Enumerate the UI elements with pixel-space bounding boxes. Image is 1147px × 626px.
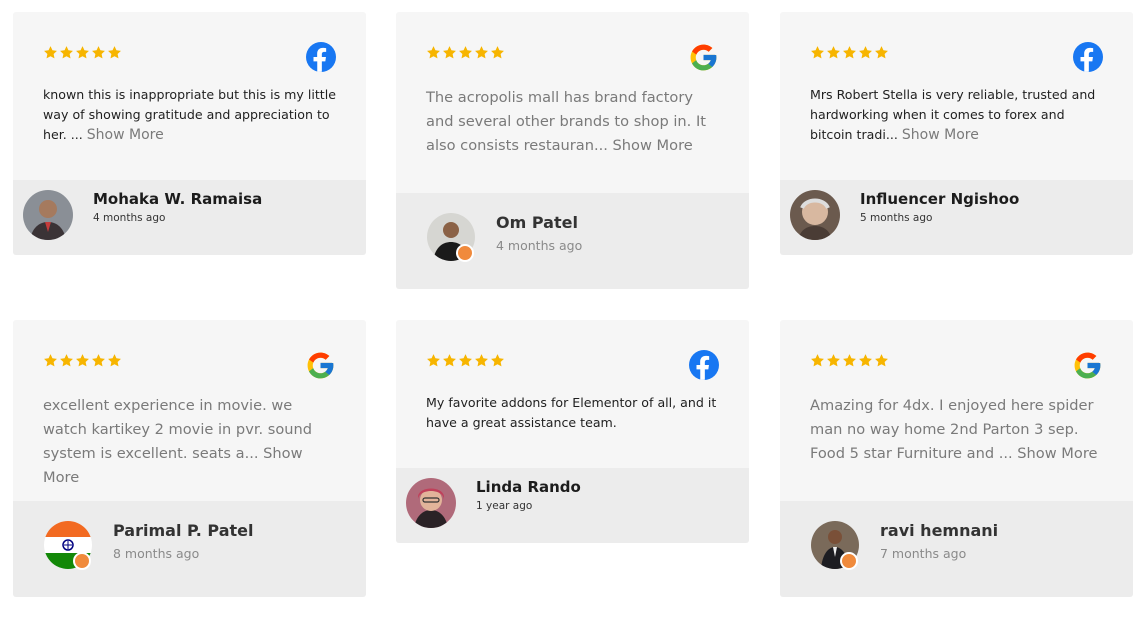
star-icon [75,353,90,368]
star-icon [842,353,857,368]
reviewer-name: Mohaka W. Ramaisa [93,190,263,208]
rating-stars [426,45,505,60]
reviewer-footer: ravi hemnani 7 months ago [780,501,1133,597]
show-more-link[interactable]: Show More [902,127,979,143]
review-card: My favorite addons for Elementor of all,… [396,320,749,543]
facebook-icon[interactable] [1073,42,1103,72]
review-text: Mrs Robert Stella is very reliable, trus… [810,87,1096,143]
google-local-guide-badge [73,552,91,570]
star-icon [874,45,889,60]
review-text: excellent experience in movie. we watch … [43,397,313,486]
review-card: Mrs Robert Stella is very reliable, trus… [780,12,1133,255]
star-icon [43,45,58,60]
star-icon [107,353,122,368]
reviewer-name: ravi hemnani [880,521,999,540]
rating-stars [426,353,505,368]
reviewer-footer: Linda Rando 1 year ago [396,468,749,543]
star-icon [91,353,106,368]
star-icon [458,353,473,368]
reviewer-footer: Mohaka W. Ramaisa 4 months ago [13,180,366,255]
review-text: My favorite addons for Elementor of all,… [426,395,717,430]
reviewer-footer: Parimal P. Patel 8 months ago [13,501,366,597]
star-icon [107,45,122,60]
star-icon [810,353,825,368]
star-icon [59,353,74,368]
review-time: 1 year ago [476,500,533,512]
review-time: 4 months ago [93,212,166,224]
show-more-link[interactable]: Show More [613,137,693,154]
star-icon [75,45,90,60]
star-icon [43,353,58,368]
star-icon [826,353,841,368]
reviewer-name: Om Patel [496,213,578,232]
review-time: 4 months ago [496,238,583,253]
review-card: Amazing for 4dx. I enjoyed here spider m… [780,320,1133,597]
star-icon [874,353,889,368]
show-more-link[interactable]: Show More [87,127,164,143]
facebook-icon[interactable] [306,42,336,72]
review-time: 8 months ago [113,546,200,561]
reviewer-name: Influencer Ngishoo [860,190,1020,208]
google-local-guide-badge [840,552,858,570]
star-icon [490,353,505,368]
star-icon [442,353,457,368]
google-icon[interactable] [688,42,719,73]
star-icon [858,353,873,368]
star-icon [426,353,441,368]
reviewer-name: Parimal P. Patel [113,521,254,540]
avatar [406,478,456,528]
show-more-link[interactable]: Show More [1017,445,1097,462]
star-icon [474,353,489,368]
star-icon [442,45,457,60]
review-card: The acropolis mall has brand factory and… [396,12,749,289]
review-time: 7 months ago [880,546,967,561]
star-icon [59,45,74,60]
review-text: known this is inappropriate but this is … [43,87,336,143]
rating-stars [810,353,889,368]
google-local-guide-badge [456,244,474,262]
star-icon [91,45,106,60]
reviewer-footer: Om Patel 4 months ago [396,193,749,289]
star-icon [826,45,841,60]
star-icon [458,45,473,60]
facebook-icon[interactable] [689,350,719,380]
google-icon[interactable] [1072,350,1103,381]
avatar [790,190,840,240]
avatar [23,190,73,240]
rating-stars [43,353,122,368]
review-card: known this is inappropriate but this is … [13,12,366,255]
review-text: Amazing for 4dx. I enjoyed here spider m… [810,397,1098,462]
star-icon [474,45,489,60]
rating-stars [43,45,122,60]
star-icon [490,45,505,60]
google-icon[interactable] [305,350,336,381]
review-text: The acropolis mall has brand factory and… [426,89,706,154]
rating-stars [810,45,889,60]
reviewer-footer: Influencer Ngishoo 5 months ago [780,180,1133,255]
reviewer-name: Linda Rando [476,478,581,496]
star-icon [426,45,441,60]
star-icon [842,45,857,60]
review-card: excellent experience in movie. we watch … [13,320,366,597]
star-icon [810,45,825,60]
review-time: 5 months ago [860,212,933,224]
star-icon [858,45,873,60]
